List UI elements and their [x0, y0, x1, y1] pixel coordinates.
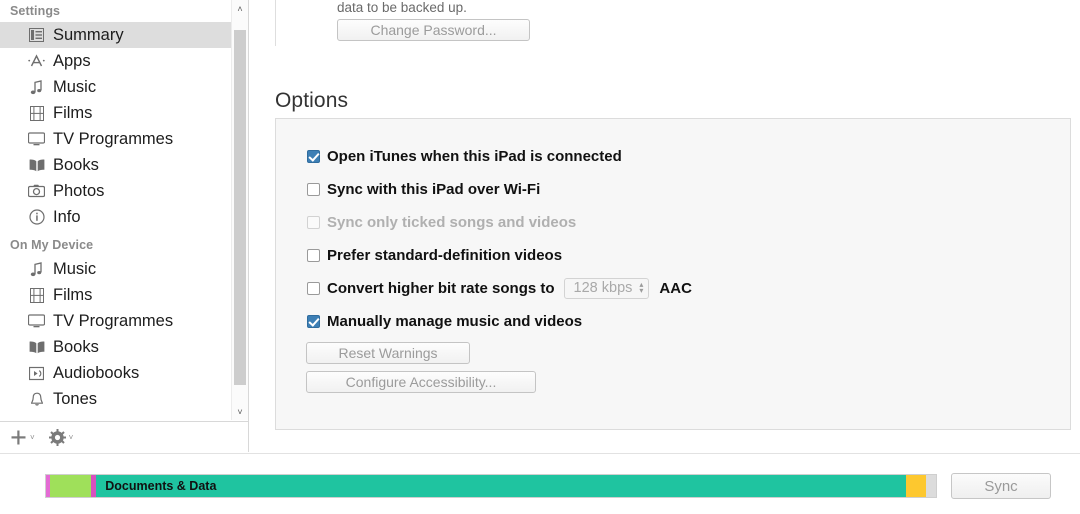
change-password-button[interactable]: Change Password...: [337, 19, 530, 41]
option-sync-only-ticked: Sync only ticked songs and videos: [307, 212, 576, 232]
stepper-down-icon[interactable]: ▾: [639, 287, 643, 295]
sidebar-item-summary[interactable]: Summary: [0, 22, 232, 48]
sidebar-item-info[interactable]: Info: [0, 204, 232, 230]
sidebar-item-label: Music: [53, 78, 97, 96]
option-label: Sync with this iPad over Wi-Fi: [327, 180, 541, 198]
sidebar-item-device-films[interactable]: Films: [0, 282, 232, 308]
sidebar-section-header-on-my-device: On My Device: [10, 238, 94, 252]
sidebar-item-label: Music: [53, 260, 97, 278]
gear-icon: [48, 428, 66, 446]
option-label: Open iTunes when this iPad is connected: [327, 147, 622, 165]
sidebar-scroll-area[interactable]: Settings Summary Apps Music Films TV Pro…: [0, 0, 232, 420]
info-circle-icon: [26, 208, 47, 226]
backups-panel-edge: [275, 0, 276, 46]
device-sidebar: Settings Summary Apps Music Films TV Pro…: [0, 0, 249, 452]
option-manually-manage-media[interactable]: Manually manage music and videos: [307, 311, 582, 331]
sidebar-item-label: TV Programmes: [53, 312, 174, 330]
tv-icon: [26, 312, 47, 330]
option-label: Sync only ticked songs and videos: [327, 213, 577, 231]
options-panel: Open iTunes when this iPad is connected …: [275, 118, 1071, 430]
configure-accessibility-button[interactable]: Configure Accessibility...: [306, 371, 536, 393]
tv-icon: [26, 130, 47, 148]
sidebar-item-music[interactable]: Music: [0, 74, 232, 100]
sidebar-section-header-settings: Settings: [10, 4, 61, 18]
capacity-segment-other[interactable]: [906, 475, 926, 497]
book-icon: [26, 338, 47, 356]
sidebar-item-label: Apps: [53, 52, 91, 70]
stepper-icon[interactable]: ▴ ▾: [639, 281, 643, 295]
codec-label: AAC: [659, 279, 692, 297]
sidebar-toolbar: ˅ ˅: [0, 421, 248, 452]
sidebar-item-label: Films: [53, 286, 93, 304]
summary-main-panel: data to be backed up. Change Password...…: [250, 0, 1080, 452]
checkbox-open-itunes[interactable]: [307, 149, 320, 163]
film-strip-icon: [26, 286, 47, 304]
backup-encryption-note: data to be backed up.: [337, 0, 467, 15]
sidebar-item-films[interactable]: Films: [0, 100, 232, 126]
music-note-icon: [26, 260, 47, 278]
sidebar-item-device-audiobooks[interactable]: Audiobooks: [0, 360, 232, 386]
bitrate-select[interactable]: 128 kbps ▴ ▾: [563, 277, 650, 299]
sidebar-item-device-books[interactable]: Books: [0, 334, 232, 360]
chevron-down-icon: ˅: [68, 432, 74, 442]
scrollbar-thumb[interactable]: [234, 30, 246, 385]
bitrate-value: 128 kbps: [573, 280, 633, 296]
sidebar-item-device-tones[interactable]: Tones: [0, 386, 232, 412]
sidebar-item-label: Audiobooks: [53, 364, 140, 382]
camera-icon: [26, 182, 47, 200]
sidebar-item-label: Books: [53, 338, 99, 356]
sidebar-item-device-music[interactable]: Music: [0, 256, 232, 282]
checkbox-manually-manage-media[interactable]: [307, 314, 320, 328]
checkbox-convert-bit-rate[interactable]: [307, 281, 320, 295]
music-note-icon: [26, 78, 47, 96]
apps-icon: [26, 52, 47, 70]
audiobook-icon: [26, 364, 47, 382]
chevron-down-icon: ˅: [30, 432, 35, 442]
sidebar-item-label: Films: [53, 104, 93, 122]
option-open-itunes-when-connected[interactable]: Open iTunes when this iPad is connected: [307, 146, 622, 166]
bell-icon: [26, 390, 47, 408]
sync-button[interactable]: Sync: [951, 473, 1051, 499]
scroll-up-arrow-icon[interactable]: ˄: [232, 0, 248, 17]
option-label: Manually manage music and videos: [327, 312, 583, 330]
capacity-segment-documents-data[interactable]: Documents & Data: [96, 475, 907, 497]
option-label: Prefer standard-definition videos: [327, 246, 563, 264]
capacity-segment-label: Documents & Data: [105, 479, 217, 493]
sidebar-item-tv-programmes[interactable]: TV Programmes: [0, 126, 232, 152]
capacity-segment-media[interactable]: [50, 475, 91, 497]
device-capacity-bar-area: Documents & Data Sync: [0, 453, 1080, 514]
option-prefer-sd-videos[interactable]: Prefer standard-definition videos: [307, 245, 562, 265]
backups-section-tail: data to be backed up. Change Password...: [275, 0, 1055, 46]
checkbox-sync-over-wifi[interactable]: [307, 182, 320, 196]
sidebar-item-label: Info: [53, 208, 81, 226]
plus-icon: [11, 430, 26, 444]
add-button[interactable]: ˅: [10, 429, 35, 446]
book-icon: [26, 156, 47, 174]
sidebar-item-label: TV Programmes: [53, 130, 174, 148]
option-label: Convert higher bit rate songs to: [327, 279, 555, 297]
sidebar-item-apps[interactable]: Apps: [0, 48, 232, 74]
capacity-segment-free-space[interactable]: [925, 475, 936, 497]
sidebar-item-label: Summary: [53, 26, 124, 44]
sidebar-item-device-tv-programmes[interactable]: TV Programmes: [0, 308, 232, 334]
checkbox-prefer-sd-videos[interactable]: [307, 248, 320, 262]
sidebar-item-label: Books: [53, 156, 99, 174]
film-strip-icon: [26, 104, 47, 122]
option-sync-over-wifi[interactable]: Sync with this iPad over Wi-Fi: [307, 179, 540, 199]
summary-icon: [26, 26, 47, 44]
sidebar-scrollbar[interactable]: ˄ ˅: [231, 0, 248, 420]
scroll-down-arrow-icon[interactable]: ˅: [232, 403, 248, 420]
capacity-bar[interactable]: Documents & Data: [45, 474, 937, 498]
checkbox-sync-only-ticked: [307, 215, 320, 229]
option-convert-bit-rate[interactable]: Convert higher bit rate songs to 128 kbp…: [307, 277, 692, 299]
sidebar-item-books[interactable]: Books: [0, 152, 232, 178]
reset-warnings-button[interactable]: Reset Warnings: [306, 342, 470, 364]
sidebar-item-photos[interactable]: Photos: [0, 178, 232, 204]
sidebar-item-label: Photos: [53, 182, 105, 200]
settings-button[interactable]: ˅: [48, 428, 74, 446]
options-section-title: Options: [275, 89, 349, 112]
sidebar-item-label: Tones: [53, 390, 98, 408]
